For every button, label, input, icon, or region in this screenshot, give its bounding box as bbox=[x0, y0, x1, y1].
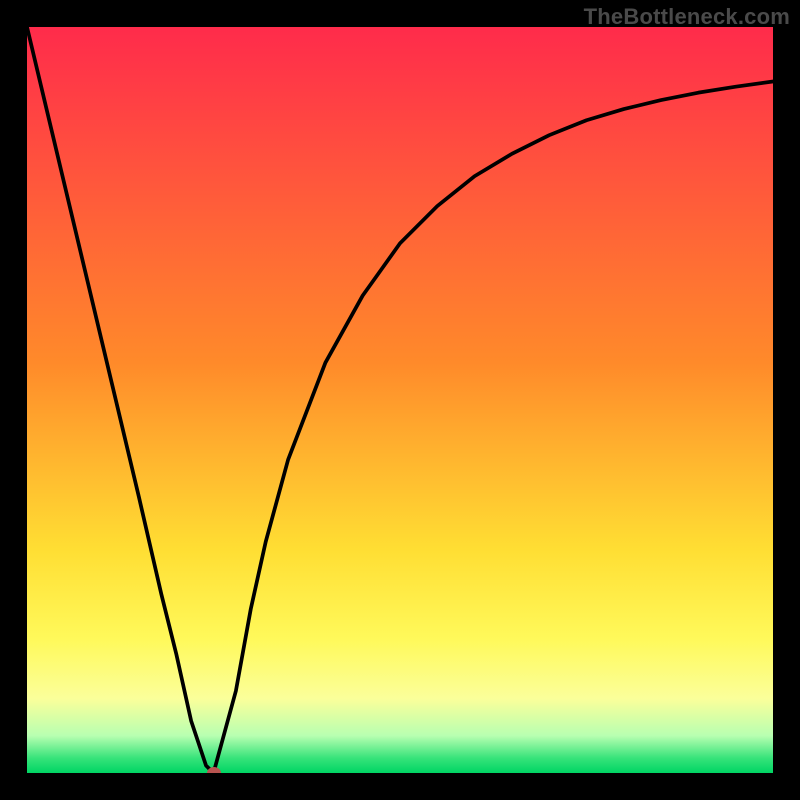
optimal-point-marker bbox=[207, 767, 221, 773]
gradient-background bbox=[27, 27, 773, 773]
chart-frame: TheBottleneck.com bbox=[0, 0, 800, 800]
plot-area bbox=[27, 27, 773, 773]
